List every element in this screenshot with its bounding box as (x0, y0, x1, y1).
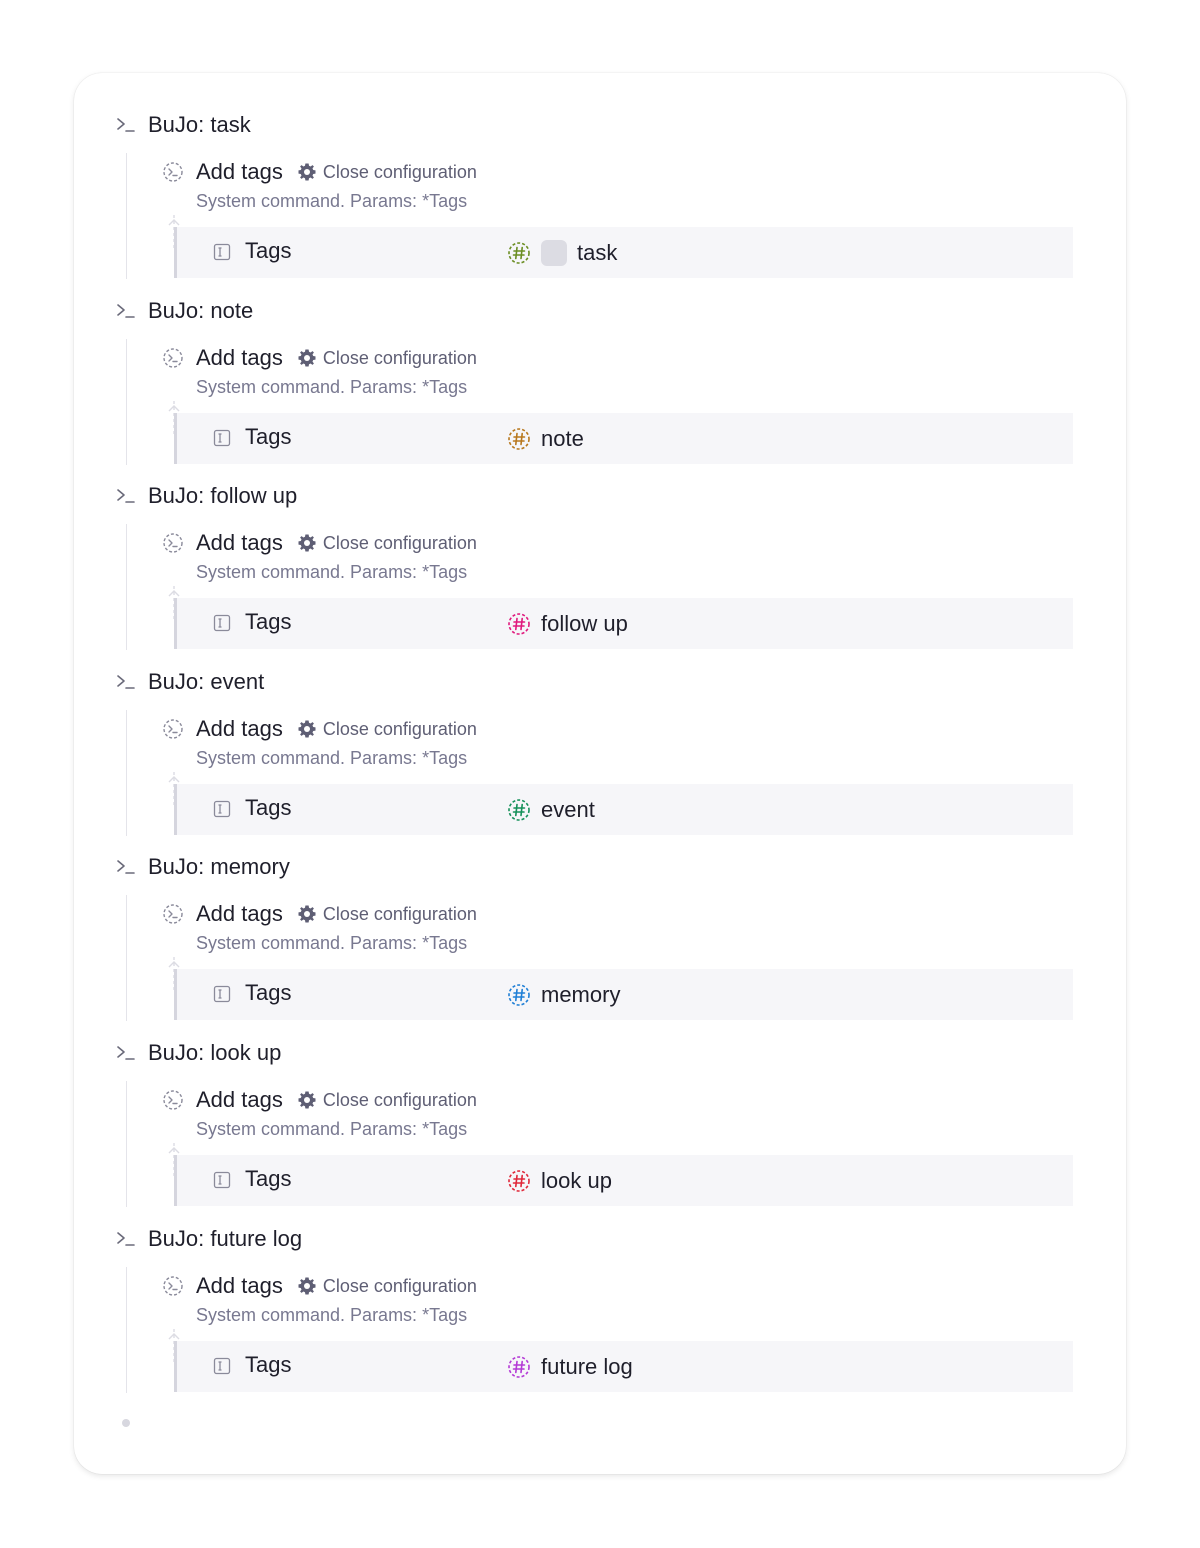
gear-icon[interactable] (297, 719, 317, 739)
command-description: System command. Params: *Tags (196, 933, 468, 953)
command-block: BuJo: look up Add tags Close configurati… (74, 1001, 1126, 1207)
command-description: System command. Params: *Tags (196, 748, 468, 768)
dashed-command-icon (163, 1090, 183, 1110)
dashed-command-icon (163, 162, 183, 182)
terminal-prompt-icon (117, 489, 135, 503)
command-header[interactable]: BuJo: note (114, 295, 253, 327)
command-description: System command. Params: *Tags (196, 377, 468, 397)
command-title: BuJo: task (148, 112, 251, 137)
command-block: BuJo: note Add tags Close configuration … (74, 259, 1126, 465)
command-block: BuJo: future log Add tags Close configur… (74, 1187, 1126, 1393)
command-title: BuJo: event (148, 669, 265, 694)
gear-icon[interactable] (297, 533, 317, 553)
command-header[interactable]: BuJo: memory (114, 851, 290, 883)
gear-icon[interactable] (297, 348, 317, 368)
command-title: BuJo: memory (148, 854, 290, 879)
gear-icon[interactable] (297, 1276, 317, 1296)
action-row: Add tags Close configuration (162, 714, 477, 744)
command-title: BuJo: future log (148, 1226, 303, 1251)
command-title: BuJo: follow up (148, 483, 298, 508)
action-label[interactable]: Add tags (196, 530, 283, 556)
hashtag-icon (508, 1355, 530, 1378)
command-block: BuJo: event Add tags Close configuration… (74, 630, 1126, 836)
terminal-prompt-icon (117, 675, 135, 689)
gear-icon[interactable] (297, 1090, 317, 1110)
close-configuration-link[interactable]: Close configuration (323, 533, 477, 554)
terminal-prompt-icon (117, 118, 135, 132)
param-row: Tags future log (174, 1341, 1073, 1392)
command-header[interactable]: BuJo: event (114, 666, 264, 698)
action-row: Add tags Close configuration (162, 899, 477, 929)
dashed-command-icon (163, 904, 183, 924)
command-title: BuJo: note (148, 298, 254, 323)
dashed-command-icon (163, 719, 183, 739)
tag-label: future log (541, 1353, 633, 1379)
text-field-icon (213, 1357, 231, 1375)
empty-bullet[interactable] (122, 1419, 130, 1427)
action-row: Add tags Close configuration (162, 1271, 477, 1301)
command-block: BuJo: memory Add tags Close configuratio… (74, 815, 1126, 1021)
close-configuration-link[interactable]: Close configuration (323, 719, 477, 740)
gear-icon[interactable] (297, 904, 317, 924)
command-header[interactable]: BuJo: task (114, 109, 251, 141)
terminal-prompt-icon (117, 304, 135, 318)
close-configuration-link[interactable]: Close configuration (323, 1090, 477, 1111)
dashed-command-icon (163, 1276, 183, 1296)
terminal-prompt-icon (117, 1232, 135, 1246)
close-configuration-link[interactable]: Close configuration (323, 1276, 477, 1297)
command-description: System command. Params: *Tags (196, 191, 468, 211)
close-configuration-link[interactable]: Close configuration (323, 904, 477, 925)
command-block: BuJo: follow up Add tags Close configura… (74, 444, 1126, 650)
terminal-prompt-icon (117, 860, 135, 874)
command-description: System command. Params: *Tags (196, 1305, 468, 1325)
action-label[interactable]: Add tags (196, 345, 283, 371)
command-title: BuJo: look up (148, 1040, 282, 1065)
command-header[interactable]: BuJo: look up (114, 1037, 281, 1069)
gear-icon[interactable] (297, 162, 317, 182)
action-row: Add tags Close configuration (162, 343, 477, 373)
command-header[interactable]: BuJo: follow up (114, 480, 297, 512)
terminal-prompt-icon (117, 1046, 135, 1060)
close-configuration-link[interactable]: Close configuration (323, 348, 477, 369)
close-configuration-link[interactable]: Close configuration (323, 162, 477, 183)
commands-panel: BuJo: task Add tags Close configuration … (74, 73, 1126, 1474)
param-name: Tags (245, 1352, 292, 1377)
action-row: Add tags Close configuration (162, 1085, 477, 1115)
command-description: System command. Params: *Tags (196, 1119, 468, 1139)
action-label[interactable]: Add tags (196, 901, 283, 927)
command-header[interactable]: BuJo: future log (114, 1223, 302, 1255)
dashed-command-icon (163, 533, 183, 553)
dashed-command-icon (163, 348, 183, 368)
command-description: System command. Params: *Tags (196, 562, 468, 582)
action-label[interactable]: Add tags (196, 1087, 283, 1113)
command-block: BuJo: task Add tags Close configuration … (74, 73, 1126, 279)
action-label[interactable]: Add tags (196, 716, 283, 742)
action-label[interactable]: Add tags (196, 1273, 283, 1299)
action-row: Add tags Close configuration (162, 157, 477, 187)
action-label[interactable]: Add tags (196, 159, 283, 185)
action-row: Add tags Close configuration (162, 528, 477, 558)
tree-line (126, 1267, 127, 1393)
tag-value[interactable]: future log (507, 1341, 633, 1392)
